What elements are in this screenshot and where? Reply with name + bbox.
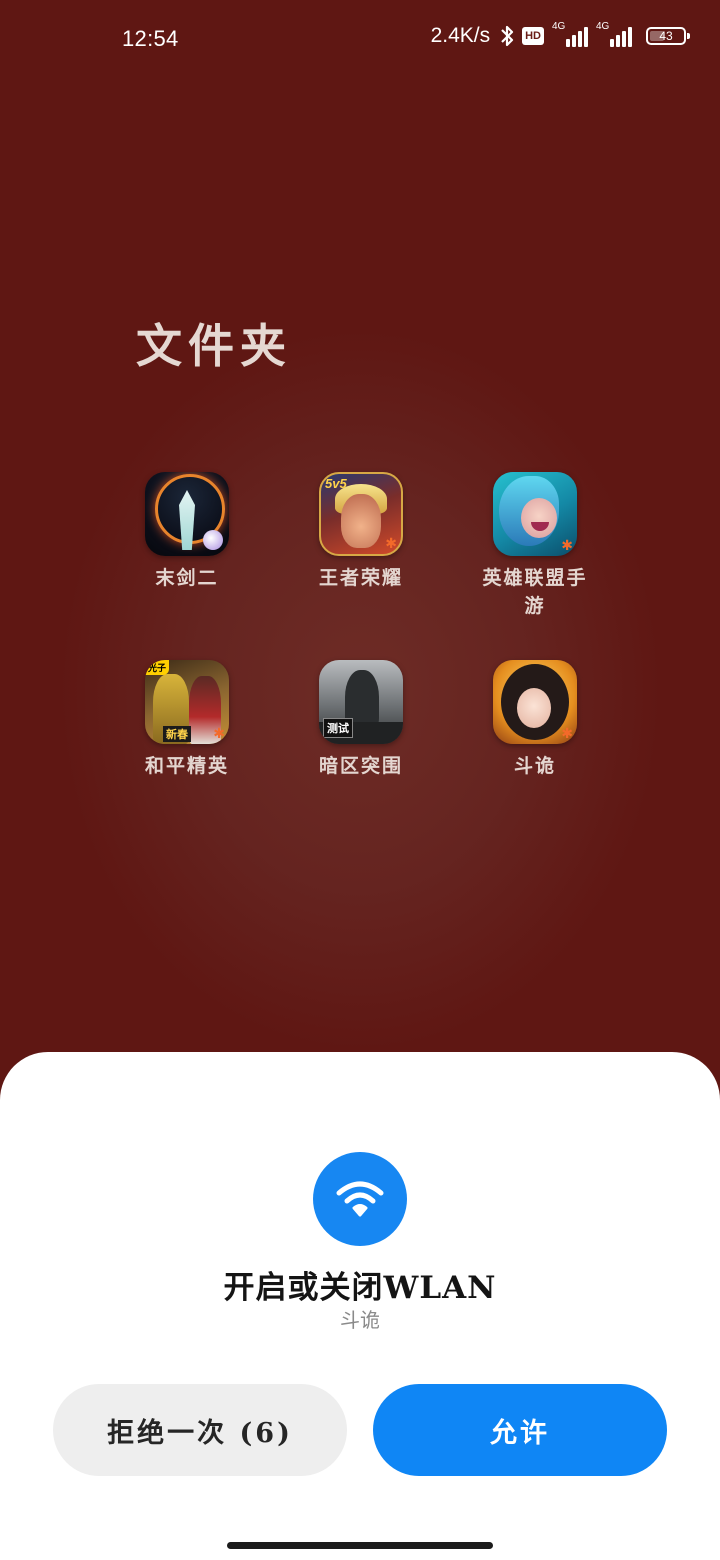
app-corner-tag: 光子 bbox=[145, 660, 170, 675]
signal-tag: 4G bbox=[552, 21, 566, 32]
wifi-icon bbox=[313, 1152, 407, 1246]
wzry-icon[interactable]: 5v5 ✱ bbox=[319, 472, 403, 556]
battery-level: 43 bbox=[659, 29, 673, 43]
signal-icon-2: 4G bbox=[596, 21, 632, 47]
app-badge: 5v5 bbox=[325, 476, 347, 491]
signal-icon: 4G bbox=[552, 21, 588, 47]
network-speed: 2.4K/s bbox=[430, 24, 491, 47]
permission-sheet: 开启或关闭WLAN 斗诡 拒绝一次 (6) 允许 bbox=[0, 1052, 720, 1560]
dialog-subtitle: 斗诡 bbox=[340, 1308, 380, 1332]
lol-icon[interactable]: ✱ bbox=[493, 472, 577, 556]
app-mojian[interactable]: 末剑二 bbox=[100, 472, 274, 620]
app-label: 和平精英 bbox=[144, 755, 229, 777]
app-label: 王者荣耀 bbox=[318, 567, 403, 589]
aqtw-icon[interactable]: 测试 bbox=[319, 660, 403, 744]
app-hpjy[interactable]: 光子 新春 ✱ 和平精英 bbox=[100, 660, 274, 780]
status-icons: 2.4K/s HD 4G 4G 43 bbox=[430, 21, 690, 48]
signal-tag-2: 4G bbox=[596, 21, 610, 32]
hpjy-icon[interactable]: 光子 新春 ✱ bbox=[145, 660, 229, 744]
app-tag: 新春 bbox=[163, 726, 191, 742]
app-label: 英雄联盟手游 bbox=[482, 567, 588, 617]
deny-once-button[interactable]: 拒绝一次 (6) bbox=[53, 1384, 347, 1476]
status-bar: 12:54 2.4K/s HD 4G 4G 43 bbox=[0, 0, 720, 80]
battery-icon: 43 bbox=[646, 27, 690, 45]
home-indicator[interactable] bbox=[227, 1542, 493, 1549]
bluetooth-icon bbox=[500, 24, 514, 48]
mojian-icon[interactable] bbox=[145, 472, 229, 556]
app-wzry[interactable]: 5v5 ✱ 王者荣耀 bbox=[274, 472, 448, 620]
folder-title: 文件夹 bbox=[136, 319, 292, 373]
app-label: 斗诡 bbox=[513, 755, 556, 777]
app-aqtw[interactable]: 测试 暗区突围 bbox=[274, 660, 448, 780]
app-tag: 测试 bbox=[323, 718, 353, 738]
allow-button[interactable]: 允许 bbox=[373, 1384, 667, 1476]
app-grid: 末剑二 5v5 ✱ 王者荣耀 ✱ 英雄联盟手游 光子 新春 ✱ 和平精英 测试 … bbox=[100, 472, 620, 780]
app-lol[interactable]: ✱ 英雄联盟手游 bbox=[448, 472, 622, 620]
dougui-icon[interactable]: ✱ bbox=[493, 660, 577, 744]
hd-voice-badge: HD bbox=[522, 27, 544, 45]
dialog-title: 开启或关闭WLAN bbox=[223, 1270, 497, 1306]
app-label: 暗区突围 bbox=[318, 755, 403, 777]
status-time: 12:54 bbox=[122, 26, 179, 51]
app-dougui[interactable]: ✱ 斗诡 bbox=[448, 660, 622, 780]
app-label: 末剑二 bbox=[155, 567, 219, 589]
